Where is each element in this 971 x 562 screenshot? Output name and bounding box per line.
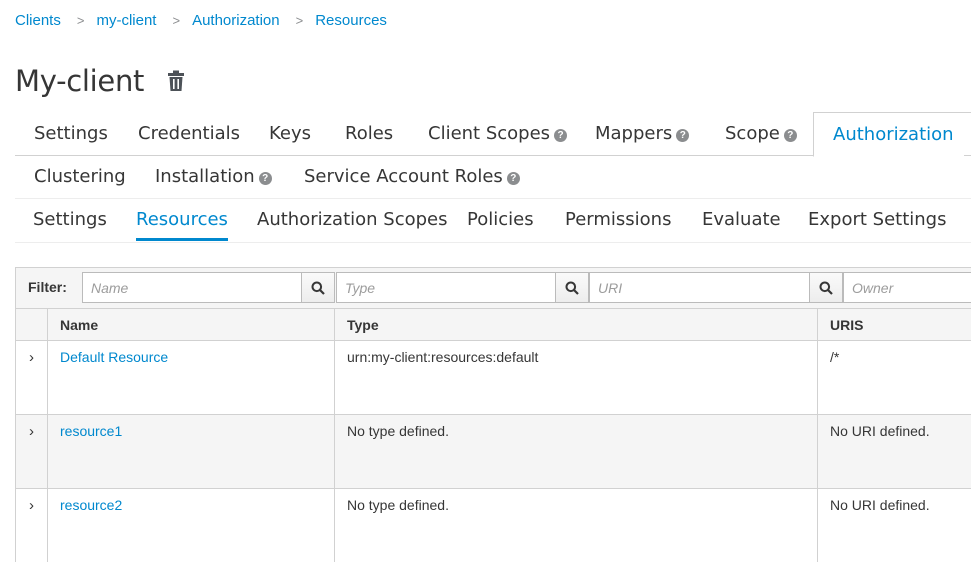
resource-link[interactable]: Default Resource [60,349,168,365]
chevron-right-icon[interactable]: › [29,423,34,440]
name-cell: resource2 [48,489,335,562]
help-icon: ? [259,172,272,185]
breadcrumb-separator: > [296,13,304,28]
subtab-permissions[interactable]: Permissions [565,198,671,241]
breadcrumb-authorization[interactable]: Authorization [192,12,280,29]
name-filter [82,272,335,303]
page-title: My-client [15,64,144,98]
subtab-export-settings[interactable]: Export Settings [808,198,946,241]
chevron-right-icon[interactable]: › [29,497,34,514]
client-tabs-row-2: Clustering Installation? Service Account… [15,155,971,198]
name-cell: resource1 [48,415,335,489]
column-header-uris[interactable]: URIS [818,309,971,341]
breadcrumb-resources[interactable]: Resources [315,12,387,29]
resources-table: Name Type URIS › Default Resource urn:my… [15,308,971,562]
uris-cell: /* [818,341,971,415]
uri-filter [589,272,843,303]
breadcrumb-my-client[interactable]: my-client [96,12,156,29]
tab-divider [964,155,971,156]
type-filter [336,272,589,303]
tab-label: Service Account Roles [304,166,503,187]
tab-credentials[interactable]: Credentials [138,112,240,155]
client-tabs-row-1: Settings Credentials Keys Roles Client S… [15,112,971,155]
subtab-authorization-scopes[interactable]: Authorization Scopes [257,198,448,241]
uris-cell: No URI defined. [818,415,971,489]
tab-scope[interactable]: Scope? [725,112,797,155]
chevron-right-icon[interactable]: › [29,349,34,366]
table-row: › resource2 No type defined. No URI defi… [16,489,971,562]
search-button[interactable] [809,272,843,303]
search-button[interactable] [555,272,589,303]
tab-label: Mappers [595,123,672,144]
search-icon [819,281,833,295]
tab-label: Client Scopes [428,123,550,144]
tab-label: Installation [155,166,255,187]
tab-settings[interactable]: Settings [34,112,108,155]
tab-clustering[interactable]: Clustering [34,155,126,198]
breadcrumb-separator: > [172,13,180,28]
expand-column-header [16,309,48,341]
filter-bar: Filter: [15,267,971,308]
name-filter-input[interactable] [82,272,301,303]
expand-cell: › [16,341,48,415]
help-icon: ? [554,129,567,142]
page-header: My-client [15,64,186,98]
breadcrumb-clients[interactable]: Clients [15,12,61,29]
subtab-resources[interactable]: Resources [136,198,228,241]
tab-keys[interactable]: Keys [269,112,311,155]
subtab-settings[interactable]: Settings [33,198,107,241]
owner-filter-input[interactable] [843,272,971,303]
table-row: › Default Resource urn:my-client:resourc… [16,341,971,415]
search-button[interactable] [301,272,335,303]
help-icon: ? [676,129,689,142]
breadcrumb: Clients > my-client > Authorization > Re… [15,10,387,30]
search-icon [565,281,579,295]
tab-divider [15,155,813,156]
search-icon [311,281,325,295]
uris-cell: No URI defined. [818,489,971,562]
uri-filter-input[interactable] [589,272,809,303]
expand-cell: › [16,415,48,489]
breadcrumb-separator: > [77,13,85,28]
tab-authorization[interactable]: Authorization [813,112,971,157]
expand-cell: › [16,489,48,562]
type-cell: No type defined. [335,489,818,562]
column-header-name[interactable]: Name [48,309,335,341]
type-cell: urn:my-client:resources:default [335,341,818,415]
resource-link[interactable]: resource1 [60,423,122,439]
tab-service-account-roles[interactable]: Service Account Roles? [304,155,520,198]
table-header-row: Name Type URIS [16,309,971,341]
resource-link[interactable]: resource2 [60,497,122,513]
tab-client-scopes[interactable]: Client Scopes? [428,112,567,155]
type-filter-input[interactable] [336,272,555,303]
help-icon: ? [784,129,797,142]
type-cell: No type defined. [335,415,818,489]
filter-label: Filter: [28,279,67,295]
tab-mappers[interactable]: Mappers? [595,112,689,155]
subtab-evaluate[interactable]: Evaluate [702,198,781,241]
owner-filter [843,272,971,303]
tab-installation[interactable]: Installation? [155,155,272,198]
column-header-type[interactable]: Type [335,309,818,341]
name-cell: Default Resource [48,341,335,415]
resources-table-wrapper: Filter: [15,267,971,562]
tab-label: Scope [725,123,780,144]
subtab-policies[interactable]: Policies [467,198,534,241]
tab-roles[interactable]: Roles [345,112,393,155]
trash-icon[interactable] [166,69,186,93]
authorization-subtabs: Settings Resources Authorization Scopes … [15,198,971,243]
help-icon: ? [507,172,520,185]
table-row: › resource1 No type defined. No URI defi… [16,415,971,489]
